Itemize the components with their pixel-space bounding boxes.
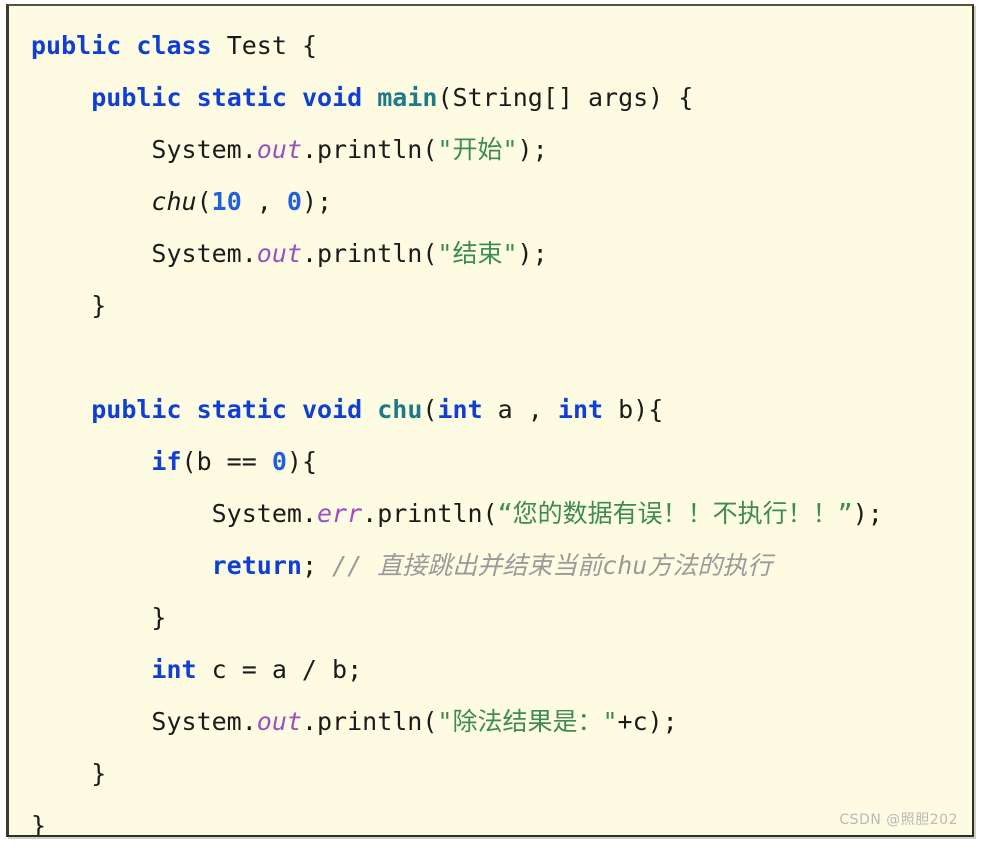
code-line: System.out.println("开始");	[9, 124, 972, 176]
code-token-str: "除法结果是："	[437, 707, 618, 736]
code-token-str: "结束"	[437, 239, 518, 268]
code-token-kw: public	[91, 83, 182, 112]
code-token-kw: static	[196, 83, 287, 112]
code-token-plain: .println(	[301, 239, 438, 268]
code-token-kw: void	[301, 83, 363, 112]
code-token-plain: (	[196, 187, 212, 216]
code-block[interactable]: public class Test { public static void m…	[9, 6, 972, 837]
watermark-label: CSDN @照胆202	[839, 812, 958, 828]
code-snippet-panel: public class Test { public static void m…	[6, 4, 974, 837]
code-token-str: "开始"	[437, 135, 518, 164]
code-token-kw: if	[151, 447, 182, 476]
code-token-plain: System.	[31, 707, 257, 736]
code-token-field: out	[256, 239, 302, 268]
code-token-plain: ;	[301, 551, 317, 580]
code-token-kw: public	[91, 395, 182, 424]
code-token-plain: .println(	[301, 707, 438, 736]
code-token-plain: ){	[286, 447, 318, 476]
code-token-plain: (String[] args) {	[437, 83, 694, 112]
code-token-kw: int	[151, 655, 197, 684]
code-token-plain: }	[31, 603, 167, 632]
code-line: System.out.println("结束");	[9, 228, 972, 280]
code-token-plain: }	[31, 811, 47, 837]
code-token-num: 0	[286, 187, 302, 216]
code-token-plain: (b ==	[181, 447, 272, 476]
code-token-str: “您的数据有误！！不执行！！”	[497, 499, 853, 528]
code-token-plain: c = a / b;	[196, 655, 363, 684]
code-token-plain: System.	[31, 239, 257, 268]
code-token-plain: }	[31, 291, 107, 320]
code-token-plain: b){	[603, 395, 664, 424]
code-line: chu(10 , 0);	[9, 176, 972, 228]
code-token-num: 10	[211, 187, 242, 216]
code-token-field: out	[256, 707, 302, 736]
code-token-kw: public	[31, 31, 122, 60]
code-token-comment: // 直接跳出并结束当前chu方法的执行	[317, 551, 773, 580]
code-token-plain: System.	[31, 499, 317, 528]
code-token-plain: );	[301, 187, 333, 216]
code-token-plain: );	[517, 239, 548, 268]
code-token-callita: chu	[151, 187, 197, 216]
code-token-field: out	[256, 135, 302, 164]
code-token-method: main	[377, 83, 438, 112]
code-line: }	[9, 748, 972, 800]
code-token-plain: .println(	[301, 135, 438, 164]
code-line: if(b == 0){	[9, 436, 972, 488]
code-token-field: err	[316, 499, 363, 528]
code-token-plain: Test {	[211, 31, 317, 60]
code-token-kw: void	[301, 395, 363, 424]
code-line: int c = a / b;	[9, 644, 972, 696]
code-token-kw: int	[557, 395, 604, 424]
code-line: public static void main(String[] args) {	[9, 72, 972, 124]
code-token-plain: System.	[31, 135, 257, 164]
code-token-plain: );	[517, 135, 548, 164]
code-line: }	[9, 592, 972, 644]
code-line: }	[9, 800, 972, 837]
code-line: System.out.println("除法结果是："+c);	[9, 696, 972, 748]
code-line: return; // 直接跳出并结束当前chu方法的执行	[9, 540, 972, 592]
code-line: public class Test {	[9, 20, 972, 72]
code-token-kw: class	[136, 31, 212, 60]
code-token-plain: ,	[241, 187, 287, 216]
code-token-plain: }	[31, 759, 107, 788]
code-token-plain: a ,	[482, 395, 558, 424]
code-token-kw: int	[437, 395, 483, 424]
code-token-kw: return	[211, 551, 302, 580]
code-token-plain: );	[852, 499, 883, 528]
code-token-plain: (	[422, 395, 438, 424]
code-token-num: 0	[271, 447, 287, 476]
code-token-kw: static	[196, 395, 287, 424]
code-line: System.err.println(“您的数据有误！！不执行！！”);	[9, 488, 972, 540]
code-line: }	[9, 280, 972, 332]
code-token-plain: .println(	[362, 499, 498, 528]
code-line: public static void chu(int a , int b){	[9, 384, 972, 436]
code-token-method: chu	[377, 395, 423, 424]
code-token-plain: +c);	[617, 707, 678, 736]
